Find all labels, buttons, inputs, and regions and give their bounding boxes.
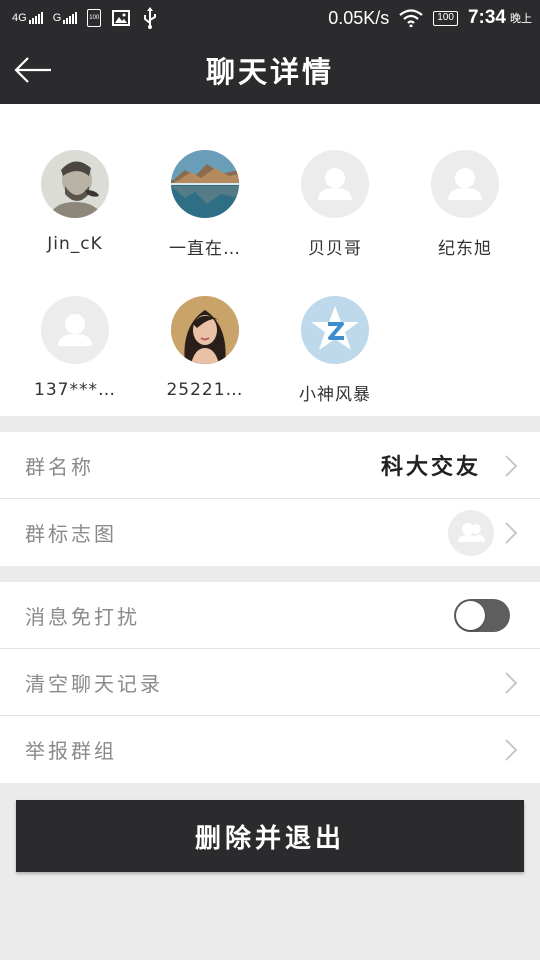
group-info-section: 群名称 科大交友 群标志图 [0,432,540,566]
clock-ampm: 晚上 [510,13,532,25]
signal-4g-icon: 4G [12,12,43,24]
signal-4g-label: 4G [12,12,27,24]
group-name-label: 群名称 [25,454,94,479]
member-grid: Jin_cK 一直在… 贝贝哥 纪东旭 137***… 25221… 小神风暴 [0,104,540,416]
avatar [171,296,239,364]
avatar [301,296,369,364]
settings-section: 消息免打扰 清空聊天记录 举报群组 [0,582,540,783]
network-speed: 0.05K/s [328,7,390,28]
wifi-icon [399,9,423,27]
report-group-row[interactable]: 举报群组 [0,716,540,783]
chevron-right-icon [505,455,518,477]
group-name-row[interactable]: 群名称 科大交友 [0,432,540,499]
avatar [41,150,109,218]
member-item[interactable]: 贝贝哥 [270,150,400,270]
member-item[interactable]: 137***… [10,296,140,416]
member-name: 137***… [34,380,116,400]
avatar [301,150,369,218]
mute-row: 消息免打扰 [0,582,540,649]
member-name: 25221… [166,380,244,400]
clear-history-label: 清空聊天记录 [25,671,163,696]
member-name: Jin_cK [47,234,103,254]
battery-level: 100 [437,11,454,23]
group-logo-row[interactable]: 群标志图 [0,499,540,566]
man-avatar-photo [41,150,109,218]
report-group-label: 举报群组 [25,739,117,763]
usb-icon [144,7,157,29]
qzone-logo-icon [301,296,369,364]
avatar [171,150,239,218]
group-logo-icon [448,510,494,556]
member-name: 一直在… [169,239,241,259]
avatar [41,296,109,364]
signal-g-label: G [52,12,62,24]
chevron-right-icon [505,739,518,761]
member-item[interactable]: 小神风暴 [270,296,400,416]
member-item[interactable]: Jin_cK [10,150,140,270]
member-name: 小神风暴 [299,385,371,405]
title-bar: 聊天详情 [0,36,540,104]
delete-and-exit-button[interactable]: 删除并退出 [16,800,524,872]
group-name-value: 科大交友 [380,454,481,480]
toggle-knob [456,601,485,630]
signal-g-icon: G [53,12,78,24]
back-arrow-icon [14,57,51,83]
member-name: 纪东旭 [438,239,492,259]
back-button[interactable] [12,50,54,90]
member-item[interactable]: 一直在… [140,150,270,270]
battery-icon: 100 [433,10,458,26]
member-name: 贝贝哥 [308,239,362,259]
chevron-right-icon [505,672,518,694]
clock-time: 7:34 [467,7,506,28]
sim-card-icon: 100 [87,9,102,27]
member-item[interactable]: 25221… [140,296,270,416]
clear-history-row[interactable]: 清空聊天记录 [0,649,540,716]
mute-label: 消息免打扰 [25,604,140,629]
landscape-avatar-photo [171,150,239,218]
sim-card-label: 100 [89,15,100,21]
avatar [431,150,499,218]
default-user-icon [58,314,92,346]
group-logo-label: 群标志图 [25,522,117,546]
image-icon [112,10,131,26]
default-user-icon [318,168,352,200]
page-title: 聊天详情 [205,55,334,89]
chevron-right-icon [505,522,518,544]
default-user-icon [448,168,482,200]
woman-avatar-photo [171,296,239,364]
member-item[interactable]: 纪东旭 [400,150,530,270]
mute-toggle[interactable] [454,599,510,632]
group-users-icon [458,523,485,542]
status-bar: 4G G 100 0.05K/s 100 7:34 晚上 [0,0,540,36]
